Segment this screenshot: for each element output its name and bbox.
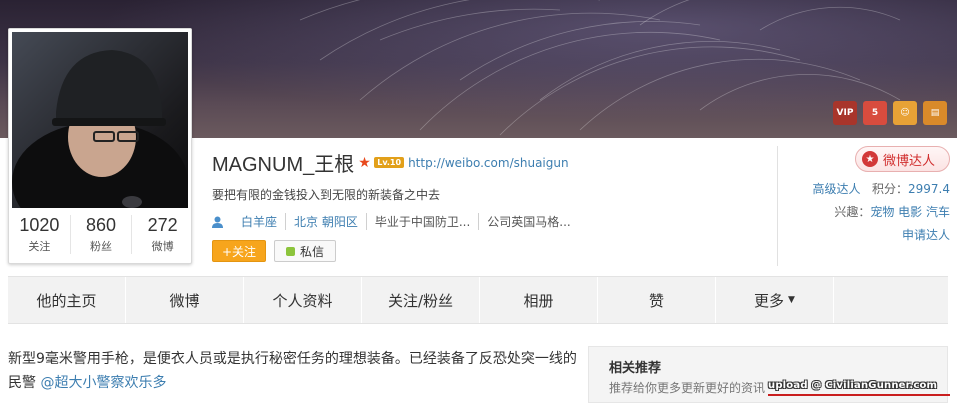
profile-name: MAGNUM_王根 [212,154,355,176]
tab-likes[interactable]: 赞 [598,277,716,323]
tag-location[interactable]: 北京 朝阳区 [286,213,367,230]
profile-card: 1020 关注 860 粉丝 272 微博 [8,28,192,264]
avatar[interactable] [12,32,188,208]
message-icon [285,246,295,256]
profile-tags: 白羊座 北京 朝阳区 毕业于中国防卫... 公司英国马格... [212,213,772,230]
following-count[interactable]: 1020 关注 [9,215,71,254]
interests-row: 兴趣：宠物 电影 汽车 [790,203,950,220]
smiley-badge-icon[interactable]: ☺ [893,101,917,125]
name-row: MAGNUM_王根 ★ Lv.10 http://weibo.com/shuai… [212,148,772,177]
profile-nav: 他的主页 微博 个人资料 关注/粉丝 相册 赞 更多 ▼ [8,276,948,324]
profile-actions: +关注 私信 [212,240,772,262]
tab-follows[interactable]: 关注/粉丝 [362,277,480,323]
star-verified-icon[interactable]: ★ [358,156,372,170]
post-mention-link[interactable]: @超大小警察欢乐多 [40,375,166,391]
followers-count[interactable]: 860 粉丝 [71,215,133,254]
message-button-label: 私信 [299,244,324,259]
apply-daren-link[interactable]: 申请达人 [902,228,950,242]
profile-bio: 要把有限的金钱投入到无限的新装备之中去 [212,188,441,202]
vip-badge-icon[interactable]: VIP [833,101,857,125]
tag-education-text: 毕业于中国防卫... [374,215,471,229]
following-count-label: 关注 [28,240,51,253]
tab-more-label: 更多 [754,291,785,310]
chevron-down-icon: ▼ [788,295,795,305]
daren-button-label: 微博达人 [882,153,935,169]
daren-level-link[interactable]: 高级达人 [813,182,861,196]
followers-count-label: 粉丝 [90,240,112,253]
watermark-underline [768,394,950,396]
interests-value[interactable]: 宠物 电影 汽车 [870,205,950,219]
avatar-photo [12,50,188,208]
five-badge-icon[interactable]: 5 [863,101,887,125]
watermark-text: upload @ CivilianGunner.com [768,380,938,391]
tab-profile[interactable]: 个人资料 [244,277,362,323]
followers-count-value: 860 [85,215,117,235]
tag-zodiac[interactable]: 白羊座 [233,213,287,230]
tab-weibo[interactable]: 微博 [126,277,244,323]
tag-company-text: 公司英国马格... [487,215,571,229]
post-text: 新型9毫米警用手枪，是便衣人员或是执行秘密任务的理想装备。已经装备了反恐处突一线… [8,347,580,395]
tab-homepage[interactable]: 他的主页 [8,277,126,323]
id-card-badge-icon[interactable]: ▤ [923,101,947,125]
homepage-link[interactable]: http://weibo.com/shuaigun [408,156,569,170]
tab-more[interactable]: 更多 ▼ [716,277,834,323]
daren-star-icon: ★ [861,151,878,167]
points-label: 积分： [871,182,908,196]
posts-count[interactable]: 272 微博 [132,215,193,254]
badge-group: VIP 5 ☺ ▤ [833,101,947,125]
recommend-title: 相关推荐 [609,361,662,376]
daren-level-row: 高级达人 积分：2997.4 [790,180,950,197]
apply-row: 申请达人 [790,226,950,243]
tag-company[interactable]: 公司英国马格... [479,213,578,230]
side-divider [777,146,778,266]
tag-education[interactable]: 毕业于中国防卫... [367,213,480,230]
weibo-daren-button[interactable]: ★ 微博达人 [854,146,950,172]
points-value: 2997.4 [908,182,950,196]
profile-info: MAGNUM_王根 ★ Lv.10 http://weibo.com/shuai… [212,148,772,262]
stats-row: 1020 关注 860 粉丝 272 微博 [9,215,193,254]
level-badge[interactable]: Lv.10 [374,157,405,168]
posts-count-label: 微博 [151,240,174,253]
message-button[interactable]: 私信 [274,240,336,262]
user-icon [212,216,223,228]
following-count-value: 1020 [19,215,60,235]
follow-button[interactable]: +关注 [212,240,266,262]
interests-label: 兴趣： [834,205,871,219]
tab-album[interactable]: 相册 [480,277,598,323]
posts-count-value: 272 [147,215,178,235]
daren-panel: ★ 微博达人 高级达人 积分：2997.4 兴趣：宠物 电影 汽车 申请达人 [790,146,950,243]
